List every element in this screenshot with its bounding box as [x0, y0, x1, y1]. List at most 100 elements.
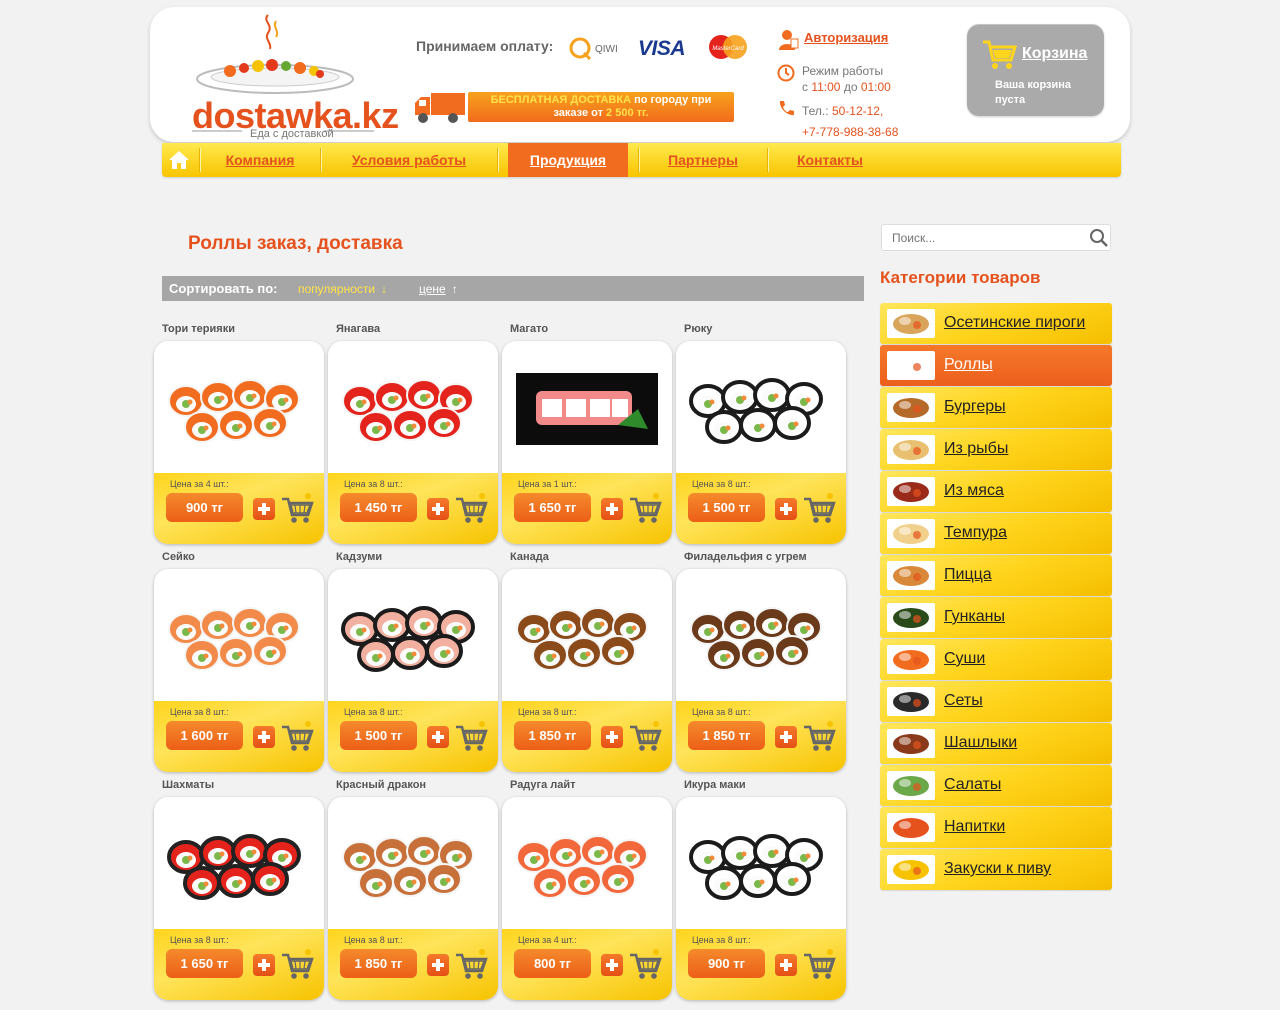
- category-item[interactable]: Пицца: [880, 555, 1112, 596]
- category-item[interactable]: Осетинские пироги: [880, 303, 1112, 344]
- product-image[interactable]: [508, 577, 666, 697]
- category-item[interactable]: Сеты: [880, 681, 1112, 722]
- category-item[interactable]: Из мяса: [880, 471, 1112, 512]
- category-label[interactable]: Шашлыки: [944, 734, 1017, 752]
- plus-icon[interactable]: [253, 954, 275, 976]
- user-icon: [777, 29, 799, 51]
- category-label[interactable]: Гунканы: [944, 608, 1005, 626]
- category-label[interactable]: Пицца: [944, 566, 992, 584]
- product-image[interactable]: [334, 577, 492, 697]
- product-name[interactable]: Красный дракон: [336, 779, 426, 791]
- category-label[interactable]: Роллы: [944, 356, 993, 374]
- plus-icon[interactable]: [775, 726, 797, 748]
- add-to-cart-icon[interactable]: [281, 493, 314, 525]
- product-price-panel: Цена за 8 шт.: 1 500 тг: [328, 701, 498, 772]
- nav-item-contacts[interactable]: Контакты: [768, 143, 892, 177]
- product-image[interactable]: [682, 577, 840, 697]
- category-label[interactable]: Бургеры: [944, 398, 1006, 416]
- logo-tagline: Еда с доставкой: [250, 128, 334, 140]
- category-label[interactable]: Из рыбы: [944, 440, 1008, 458]
- auth-link[interactable]: Авторизация: [804, 30, 888, 45]
- category-label[interactable]: Напитки: [944, 818, 1005, 836]
- product-image[interactable]: [160, 805, 318, 925]
- category-label[interactable]: Закуски к пиву: [944, 860, 1051, 878]
- category-label[interactable]: Темпура: [944, 524, 1007, 542]
- category-label[interactable]: Сеты: [944, 692, 983, 710]
- sort-by-price[interactable]: цене ↑: [419, 282, 458, 296]
- category-label[interactable]: Суши: [944, 650, 985, 668]
- product-name[interactable]: Радуга лайт: [510, 779, 576, 791]
- product-name[interactable]: Икура маки: [684, 779, 746, 791]
- cart-widget[interactable]: Корзина Ваша корзина пуста: [967, 24, 1104, 116]
- category-label[interactable]: Осетинские пироги: [944, 314, 1085, 332]
- plus-icon[interactable]: [253, 726, 275, 748]
- category-item[interactable]: Из рыбы: [880, 429, 1112, 470]
- plus-icon[interactable]: [427, 954, 449, 976]
- product-image[interactable]: [160, 349, 318, 469]
- search-input[interactable]: [882, 225, 1084, 250]
- category-item[interactable]: Салаты: [880, 765, 1112, 806]
- add-to-cart-icon[interactable]: [455, 949, 488, 981]
- category-item[interactable]: Бургеры: [880, 387, 1112, 428]
- product-image[interactable]: [160, 577, 318, 697]
- product-name[interactable]: Янагава: [336, 323, 380, 335]
- category-label[interactable]: Салаты: [944, 776, 1001, 794]
- product-name[interactable]: Тори терияки: [162, 323, 235, 335]
- plus-icon[interactable]: [601, 726, 623, 748]
- search-icon[interactable]: [1089, 228, 1109, 248]
- category-label[interactable]: Из мяса: [944, 482, 1004, 500]
- add-to-cart-icon[interactable]: [803, 721, 836, 753]
- product-image[interactable]: [508, 349, 666, 469]
- product-name[interactable]: Магато: [510, 323, 548, 335]
- product-name[interactable]: Кадзуми: [336, 551, 382, 563]
- product-image[interactable]: [682, 349, 840, 469]
- price-badge: 1 650 тг: [514, 493, 591, 522]
- sort-popularity-label[interactable]: популярности: [298, 282, 375, 296]
- product-card-body: Цена за 8 шт.: 900 тг: [676, 797, 846, 1000]
- category-item[interactable]: Напитки: [880, 807, 1112, 848]
- category-item[interactable]: Гунканы: [880, 597, 1112, 638]
- category-item[interactable]: Шашлыки: [880, 723, 1112, 764]
- product-name[interactable]: Сейко: [162, 551, 195, 563]
- category-item[interactable]: Темпура: [880, 513, 1112, 554]
- product-image[interactable]: [508, 805, 666, 925]
- product-name[interactable]: Шахматы: [162, 779, 214, 791]
- plus-icon[interactable]: [253, 498, 275, 520]
- category-item[interactable]: Закуски к пиву: [880, 849, 1112, 890]
- sort-by-popularity[interactable]: популярности ↓: [298, 282, 387, 296]
- add-to-cart-icon[interactable]: [281, 721, 314, 753]
- nav-item-company[interactable]: Компания: [200, 143, 320, 177]
- plus-icon[interactable]: [601, 954, 623, 976]
- category-thumbnail: [887, 561, 935, 590]
- product-image[interactable]: [682, 805, 840, 925]
- add-to-cart-icon[interactable]: [455, 721, 488, 753]
- product-name[interactable]: Филадельфия с угрем: [684, 551, 807, 563]
- plus-icon[interactable]: [427, 726, 449, 748]
- add-to-cart-icon[interactable]: [455, 493, 488, 525]
- plus-icon[interactable]: [601, 498, 623, 520]
- product-name[interactable]: Рюку: [684, 323, 712, 335]
- category-item[interactable]: Суши: [880, 639, 1112, 680]
- product-name[interactable]: Канада: [510, 551, 549, 563]
- add-to-cart-icon[interactable]: [629, 949, 662, 981]
- product-image[interactable]: [334, 805, 492, 925]
- add-to-cart-icon[interactable]: [281, 949, 314, 981]
- product-image[interactable]: [334, 349, 492, 469]
- add-to-cart-icon[interactable]: [803, 949, 836, 981]
- plus-icon[interactable]: [775, 498, 797, 520]
- plus-icon[interactable]: [427, 498, 449, 520]
- nav-item-products[interactable]: Продукция: [508, 143, 628, 177]
- plus-icon[interactable]: [775, 954, 797, 976]
- site-logo[interactable]: dostawka.kz Еда с доставкой: [170, 11, 399, 140]
- category-item[interactable]: Роллы: [880, 345, 1112, 386]
- nav-item-terms[interactable]: Условия работы: [321, 143, 497, 177]
- sort-price-label[interactable]: цене: [419, 282, 446, 296]
- add-to-cart-icon[interactable]: [629, 721, 662, 753]
- product-card: Канада Цена за 8 шт.: 1 850 тг: [502, 548, 674, 772]
- nav-item-partners[interactable]: Партнеры: [639, 143, 767, 177]
- cart-title[interactable]: Корзина: [1022, 45, 1087, 63]
- add-to-cart-icon[interactable]: [629, 493, 662, 525]
- home-icon[interactable]: [168, 150, 190, 170]
- category-thumbnail: [887, 729, 935, 758]
- add-to-cart-icon[interactable]: [803, 493, 836, 525]
